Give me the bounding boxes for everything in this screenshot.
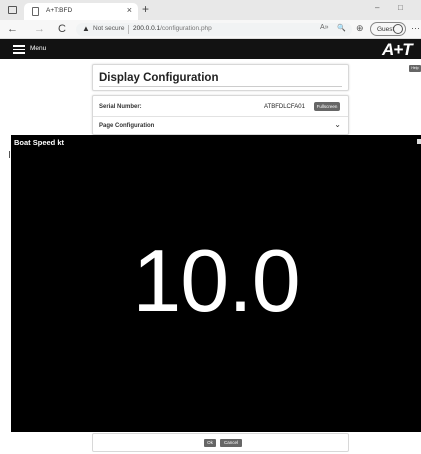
corner-button[interactable]: Help	[409, 65, 421, 72]
side-marker	[9, 151, 10, 158]
url-text[interactable]: 200.0.0.1/configuration.php	[133, 25, 212, 32]
chevron-down-icon[interactable]: ⌄	[334, 120, 341, 129]
site-header: Menu A+T	[0, 39, 421, 59]
more-icon[interactable]: ···	[411, 23, 420, 33]
back-icon[interactable]: ←	[7, 22, 18, 36]
title-card: Display Configuration	[92, 64, 349, 91]
favorites-icon[interactable]: ⊕	[356, 23, 364, 34]
zoom-icon[interactable]: 🔍	[337, 24, 346, 32]
avatar-icon	[393, 24, 403, 34]
page-title: Display Configuration	[99, 72, 219, 84]
serial-number-value: ATBFDLCFA01	[264, 104, 305, 110]
url-path: /configuration.php	[160, 25, 212, 32]
window-menu-icon[interactable]	[8, 6, 17, 14]
display-label: Boat Speed kt	[14, 138, 65, 147]
profile-label: Guest	[377, 26, 395, 33]
ok-button[interactable]: Ok	[204, 439, 216, 447]
row-divider	[93, 116, 348, 117]
title-divider	[99, 86, 342, 87]
fullscreen-button[interactable]: Fullscreen	[314, 102, 340, 111]
display-corner-marker	[417, 139, 421, 144]
cancel-button[interactable]: Cancel	[220, 439, 242, 447]
settings-card: Serial Number: ATBFDLCFA01 Fullscreen Pa…	[92, 95, 349, 135]
address-separator	[128, 25, 129, 34]
url-host: 200.0.0.1	[133, 25, 161, 32]
read-aloud-icon[interactable]: A»	[320, 24, 329, 31]
hamburger-icon[interactable]	[13, 45, 25, 54]
minimize-icon[interactable]: –	[375, 3, 379, 12]
new-tab-icon[interactable]: +	[142, 2, 149, 16]
browser-toolbar: ← → C ▲ Not secure 200.0.0.1/configurati…	[0, 20, 421, 39]
browser-window: A+T:BFD × + – □ ← → C ▲ Not secure 200.0…	[0, 0, 421, 454]
profile-button[interactable]: Guest	[370, 22, 406, 36]
maximize-icon[interactable]: □	[398, 3, 403, 12]
instrument-display: Boat Speed kt 10.0	[11, 135, 421, 432]
page-configuration-toggle[interactable]: Page Configuration	[99, 123, 154, 129]
address-bar[interactable]: ▲ Not secure 200.0.0.1/configuration.php…	[76, 23, 352, 36]
page-favicon-icon	[32, 7, 39, 16]
tab-close-icon[interactable]: ×	[127, 5, 132, 15]
brand-logo: A+T	[382, 40, 413, 59]
security-label[interactable]: Not secure	[93, 25, 124, 32]
browser-tab[interactable]: A+T:BFD ×	[24, 3, 138, 20]
tab-strip: A+T:BFD × + – □	[0, 0, 421, 20]
forward-icon[interactable]: →	[34, 22, 45, 36]
page-content: Help Display Configuration Serial Number…	[0, 59, 421, 454]
reload-icon[interactable]: C	[58, 22, 66, 36]
action-bar: Ok Cancel	[92, 433, 349, 452]
warning-icon[interactable]: ▲	[82, 24, 90, 33]
display-value: 10.0	[132, 231, 300, 330]
tab-title: A+T:BFD	[46, 7, 73, 14]
menu-label[interactable]: Menu	[30, 45, 46, 52]
serial-number-label: Serial Number:	[99, 104, 142, 110]
